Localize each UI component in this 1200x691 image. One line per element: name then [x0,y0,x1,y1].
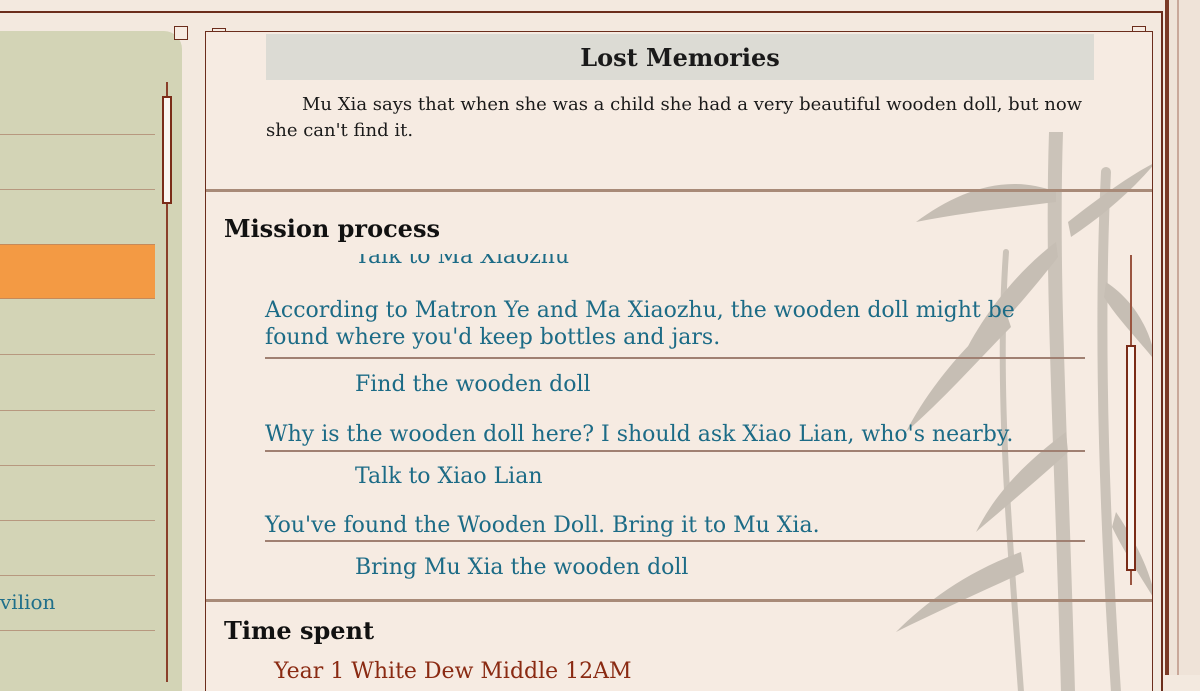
mission-step-task: Find the wooden doll [355,372,591,397]
mission-scrollbar-thumb[interactable] [1126,345,1136,571]
quest-list-divider [0,189,155,190]
mission-step-divider [265,357,1085,359]
right-edge-strip [1165,0,1200,675]
quest-list-item-selected[interactable] [0,244,155,299]
mission-step-task: Talk to Xiao Lian [355,464,543,489]
time-spent-value: Year 1 White Dew Middle 12AM [274,659,632,684]
mission-step-task: Bring Mu Xia the wooden doll [355,555,689,580]
quest-list-divider [0,630,155,631]
quest-list-scrollbar-thumb[interactable] [162,96,172,204]
quest-list-divider [0,465,155,466]
mission-step-task: Talk to Ma Xiaozhu [355,254,570,269]
quest-list-divider [0,134,155,135]
quest-list-item-label: vilion [0,590,56,614]
corner-ornament [174,26,188,40]
quest-list-divider [0,410,155,411]
mission-steps-list[interactable]: Talk to Ma Xiaozhu According to Matron Y… [206,254,1152,599]
quest-title: Lost Memories [580,42,780,72]
mission-step-description: According to Matron Ye and Ma Xiaozhu, t… [265,298,1015,350]
quest-list-divider [0,575,155,576]
quest-description: Mu Xia says that when she was a child sh… [266,94,1083,141]
quest-list-divider [0,354,155,355]
mission-step-divider [265,540,1085,542]
quest-title-bar: Lost Memories [266,34,1094,80]
mission-process-heading: Mission process [224,214,440,243]
mission-step-description: You've found the Wooden Doll. Bring it t… [265,513,820,538]
time-spent-heading: Time spent [224,616,375,645]
quest-list-item[interactable]: vilion [0,577,155,632]
mission-step-divider [265,450,1085,452]
section-divider [206,599,1152,602]
quest-list-divider [0,520,155,521]
section-divider [206,189,1152,192]
quest-detail-panel: Lost Memories Mu Xia says that when she … [205,31,1153,691]
mission-step-description: Why is the wooden doll here? I should as… [265,422,1014,447]
